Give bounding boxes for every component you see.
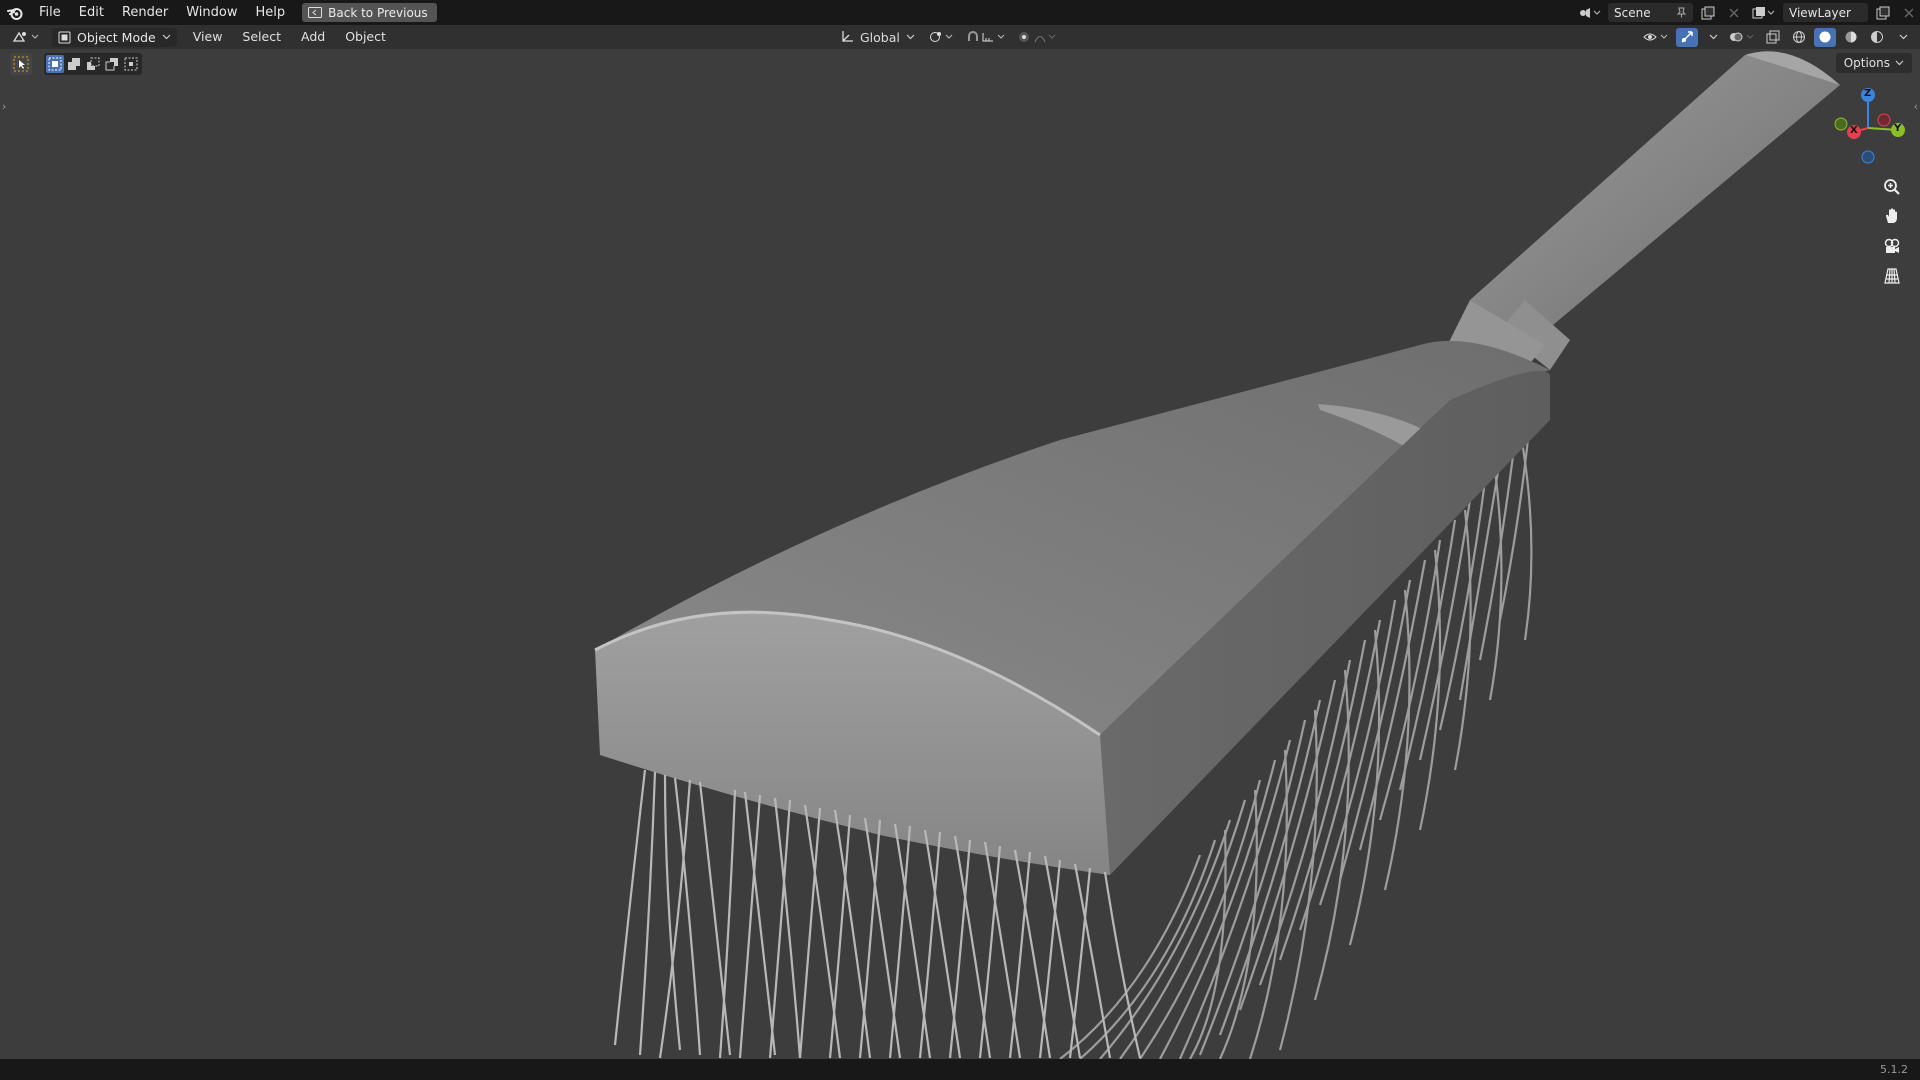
chevron-down-icon [162,34,171,40]
rendered-shading-icon[interactable] [1866,28,1888,47]
gizmos-dropdown-icon[interactable] [1702,28,1724,47]
viewport-header: Object Mode View Select Add Object Globa… [0,25,1920,49]
object-visibility-icon[interactable] [1642,28,1672,47]
pin-icon[interactable] [1676,7,1687,18]
zoom-icon[interactable] [1880,175,1904,199]
menu-window[interactable]: Window [177,0,246,25]
object-mode-icon [58,31,71,44]
object-mode-label: Object Mode [77,29,156,45]
options-dropdown[interactable]: Options [1835,53,1912,73]
header-menu-select[interactable]: Select [232,25,291,49]
new-scene-icon[interactable] [1697,3,1719,22]
solid-shading-icon[interactable] [1814,27,1836,47]
header-menu-object[interactable]: Object [335,25,396,49]
top-right-controls: Scene ViewLayer [1574,0,1920,25]
status-bar: 5.1.2 [0,1059,1920,1080]
menu-help[interactable]: Help [247,0,295,25]
xray-toggle-icon[interactable] [1762,28,1784,47]
header-menu-add[interactable]: Add [291,25,335,49]
pan-hand-icon[interactable] [1880,204,1904,228]
viewport-display-tools [1642,25,1914,49]
snapping-icon[interactable] [965,28,1009,47]
delete-scene-icon[interactable] [1723,3,1745,22]
transform-orientation-dropdown[interactable]: Global [836,28,919,47]
material-preview-icon[interactable] [1840,28,1862,47]
scene-name-label: Scene [1614,5,1651,20]
scene-name-field[interactable]: Scene [1608,3,1693,22]
sidebar-expand-icon[interactable]: ‹ [1914,100,1918,113]
view-layer-selector-icon[interactable] [1749,3,1779,22]
menu-edit[interactable]: Edit [70,0,113,25]
object-mode-dropdown[interactable]: Object Mode [52,27,177,47]
3d-viewport[interactable] [0,49,1920,1059]
orientation-axes-icon [840,30,854,44]
shading-options-dropdown-icon[interactable] [1892,28,1914,47]
proportional-editing-icon[interactable] [1017,28,1057,47]
top-bar: File Edit Render Window Help Back to Pre… [0,0,1920,25]
transform-orientation-label: Global [860,29,900,45]
gizmo-z-label: Z [1864,88,1872,99]
blender-logo-icon[interactable] [0,0,30,25]
perspective-toggle-icon[interactable] [1880,264,1904,288]
broom-model [594,51,1840,1059]
scene-selector-icon[interactable] [1574,3,1604,22]
toolbar-expand-icon[interactable]: › [2,100,6,113]
gizmos-toggle-icon[interactable] [1676,27,1698,47]
transform-tools: Global [836,25,1057,49]
back-to-previous-button[interactable]: Back to Previous [302,3,437,22]
wireframe-shading-icon[interactable] [1788,28,1810,47]
gizmo-x-label: X [1850,125,1858,136]
menu-render[interactable]: Render [113,0,177,25]
view-layer-name-label: ViewLayer [1789,5,1851,20]
chevron-down-icon [1895,60,1904,66]
menu-file[interactable]: File [30,0,70,25]
camera-view-icon[interactable] [1880,234,1904,258]
overlays-toggle-icon[interactable] [1728,28,1758,47]
back-to-previous-label: Back to Previous [328,5,428,20]
delete-view-layer-icon[interactable] [1898,3,1920,22]
chevron-down-icon [906,34,915,40]
view-layer-name-field[interactable]: ViewLayer [1783,3,1868,22]
gizmo-y-label: Y [1894,123,1902,134]
new-view-layer-icon[interactable] [1872,3,1894,22]
navigation-gizmo[interactable]: Z Y X [1826,84,1906,170]
version-label: 5.1.2 [1880,1063,1908,1076]
pivot-point-icon[interactable] [927,28,957,47]
header-menu-view[interactable]: View [183,25,233,49]
screen-back-icon [308,7,323,18]
editor-type-icon[interactable] [10,28,44,47]
options-label: Options [1843,56,1890,70]
